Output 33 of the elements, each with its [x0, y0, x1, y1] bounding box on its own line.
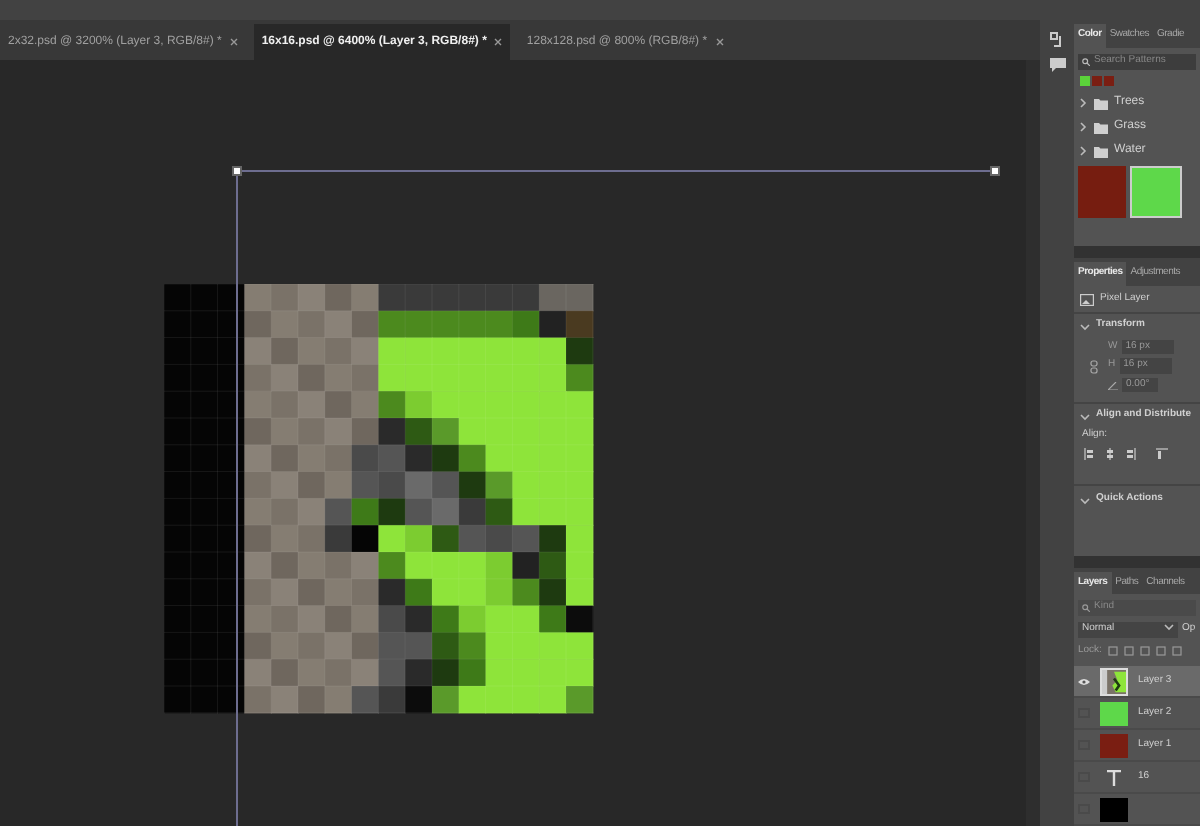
text-layer-icon	[1106, 769, 1122, 785]
foreground-color[interactable]	[1078, 165, 1126, 217]
color-swatch[interactable]	[1104, 75, 1114, 85]
align-icon[interactable]	[1104, 448, 1116, 461]
comment-icon[interactable]	[1049, 58, 1065, 72]
align-icon[interactable]	[1124, 448, 1136, 461]
chevron-icon	[1080, 411, 1090, 422]
chevron-icon	[1078, 146, 1088, 156]
eye-icon[interactable]	[1078, 676, 1090, 686]
angle-icon	[1108, 381, 1118, 390]
background-color[interactable]	[1130, 165, 1182, 217]
color-swatch[interactable]	[1092, 75, 1102, 85]
search-icon	[1082, 57, 1090, 65]
dropdown-caret-icon	[1164, 622, 1174, 632]
close-icon[interactable]	[715, 38, 724, 46]
align-icon[interactable]	[1084, 448, 1096, 461]
align-icon[interactable]	[1156, 448, 1168, 461]
history-icon[interactable]	[1049, 32, 1065, 48]
chevron-icon	[1078, 98, 1088, 108]
vertical-scrollbar[interactable]	[1026, 60, 1040, 826]
layer-row[interactable]	[1074, 794, 1200, 826]
transform-handle[interactable]	[232, 166, 242, 176]
link-icon[interactable]	[1090, 359, 1098, 374]
chevron-icon	[1080, 495, 1090, 506]
close-icon[interactable]	[229, 38, 238, 46]
chevron-icon	[1078, 122, 1088, 132]
transform-handle[interactable]	[990, 166, 1000, 176]
layer-thumbnail	[1100, 667, 1128, 695]
close-icon[interactable]	[494, 38, 503, 46]
chevron-icon	[1080, 321, 1090, 332]
search-icon	[1082, 604, 1090, 612]
color-swatch[interactable]	[1080, 75, 1090, 85]
image-layer-icon	[1080, 293, 1094, 306]
